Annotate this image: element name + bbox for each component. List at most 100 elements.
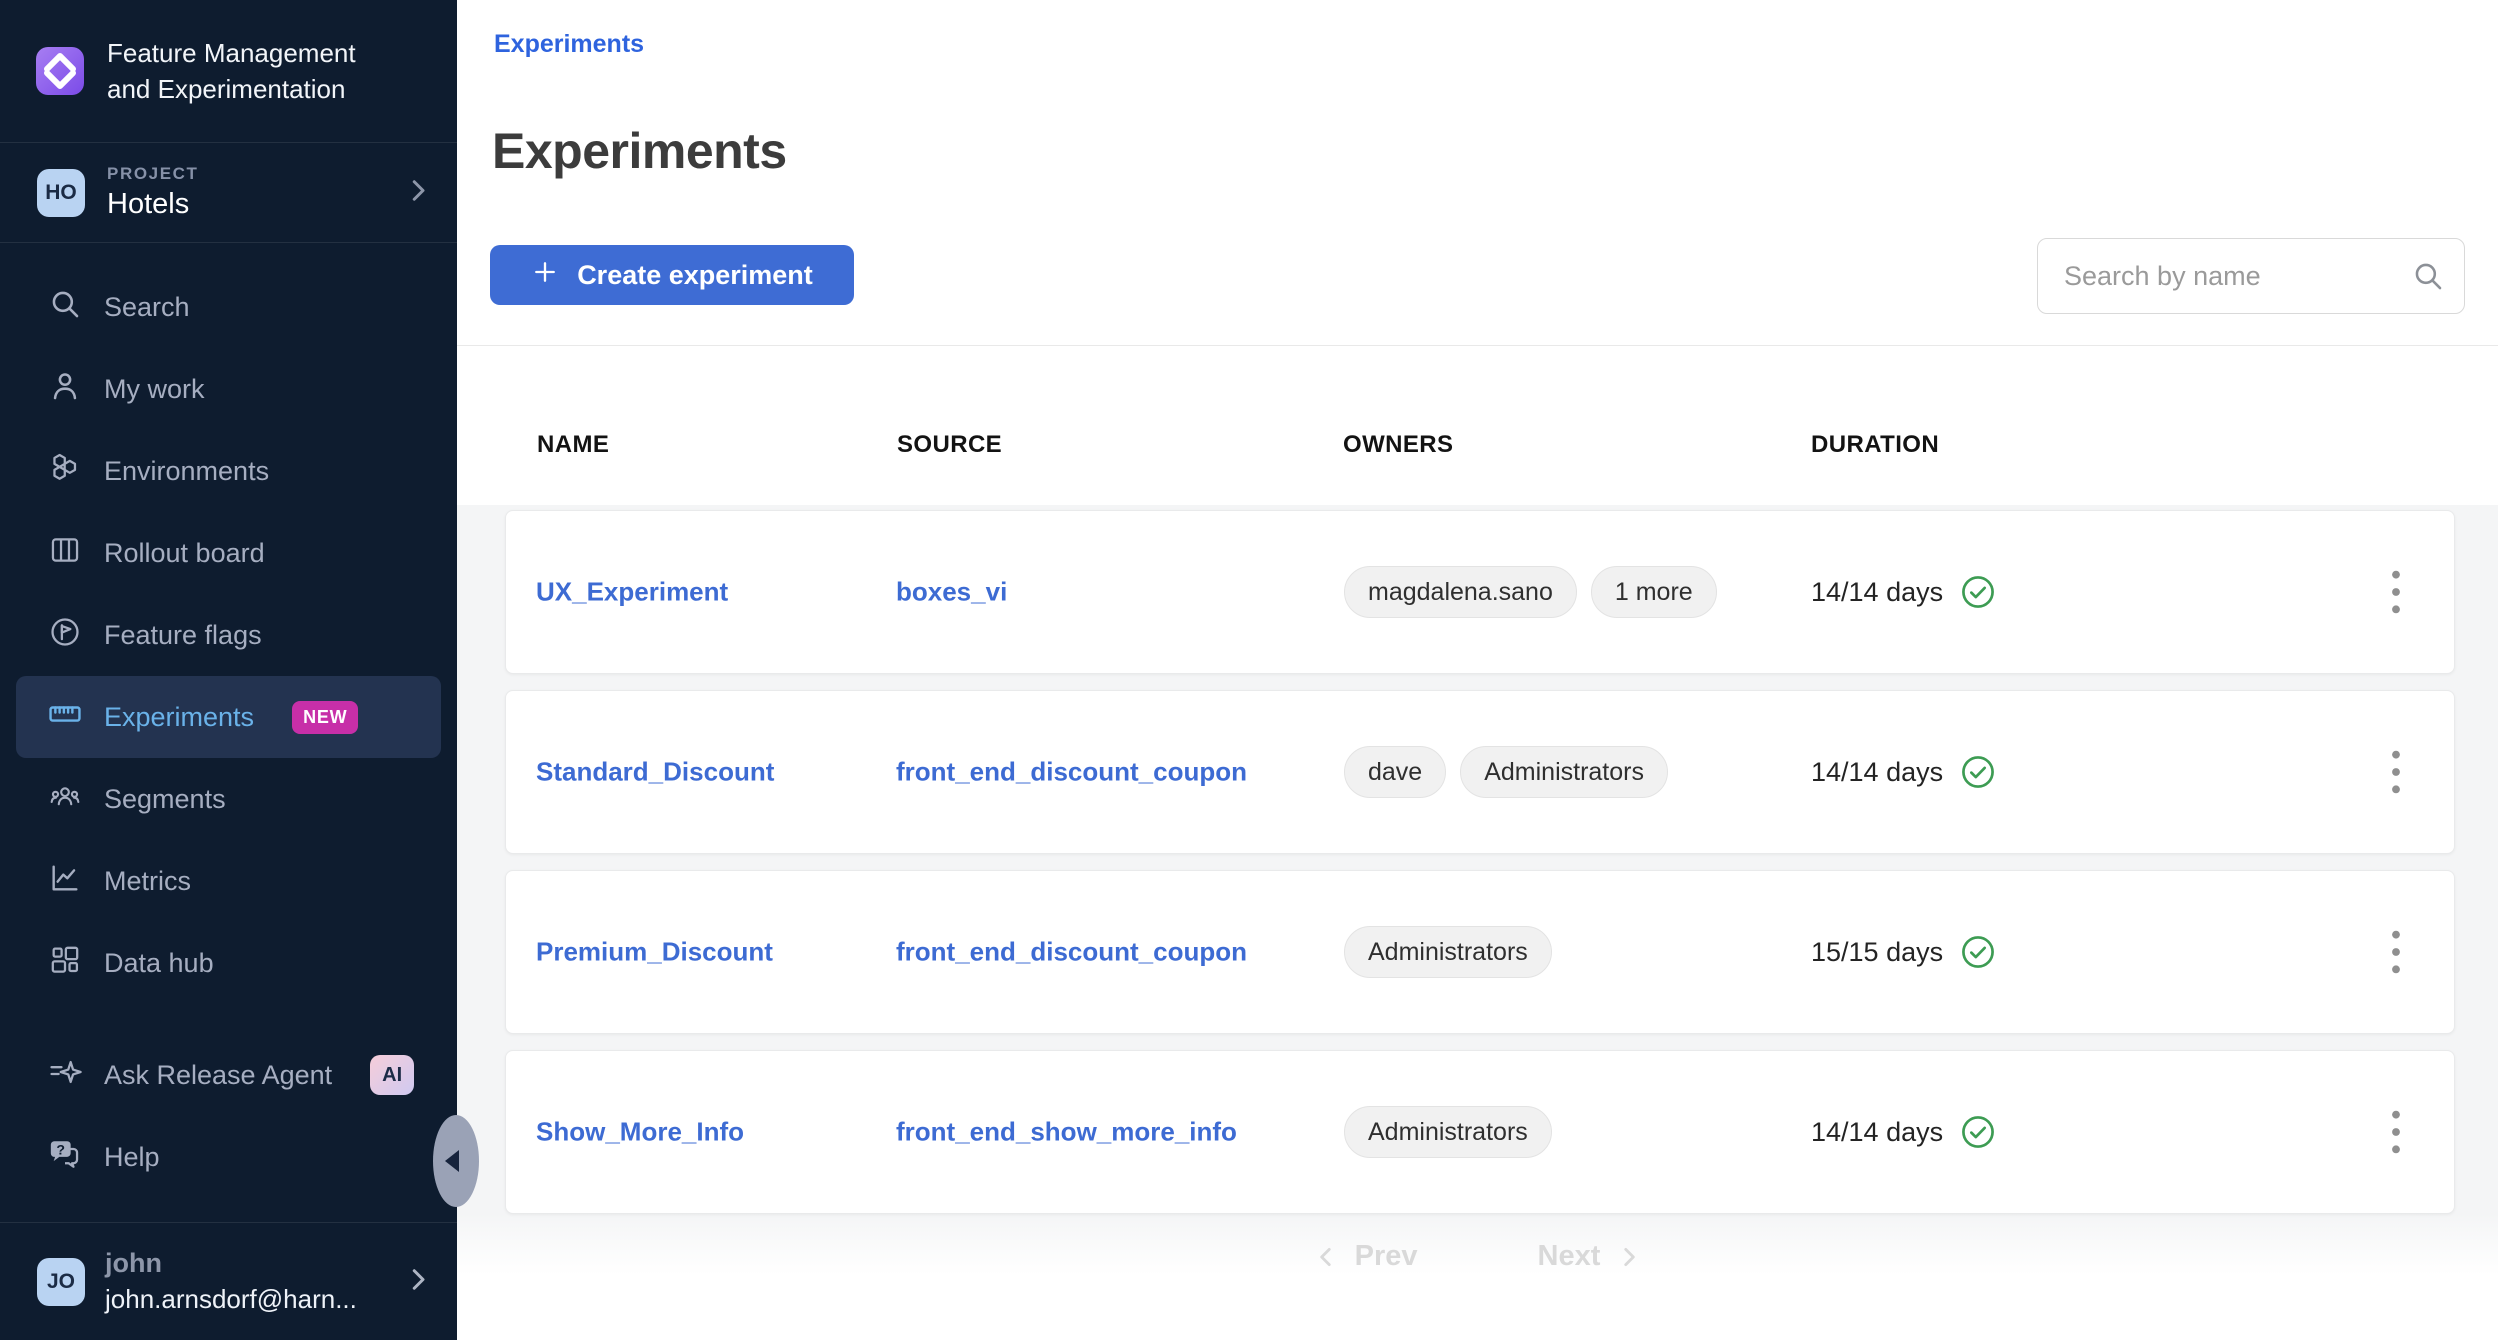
owners-cell: magdalena.sano 1 more [1344, 566, 1717, 618]
new-badge: NEW [292, 701, 358, 734]
brand: Feature Management and Experimentation [0, 0, 457, 143]
row-menu-button[interactable] [2374, 564, 2418, 620]
user-email: john.arnsdorf@harn... [105, 1284, 357, 1315]
user-name: john [105, 1248, 357, 1279]
chevron-right-icon [403, 1264, 433, 1299]
sparkle-lines-icon [48, 1055, 82, 1096]
table-body: UX_Experiment boxes_vi magdalena.sano 1 … [457, 505, 2498, 1275]
owner-chip[interactable]: Administrators [1344, 926, 1552, 978]
duration-cell: 14/14 days [1811, 1113, 1997, 1151]
sidebar-item-metrics[interactable]: Metrics [16, 840, 441, 922]
duration-text: 14/14 days [1811, 1117, 1943, 1148]
people-group-icon [48, 779, 82, 820]
board-columns-icon [48, 533, 82, 574]
column-header-owners: OWNERS [1343, 431, 1453, 459]
row-menu-button[interactable] [2374, 1104, 2418, 1160]
experiment-name-link[interactable]: UX_Experiment [536, 577, 728, 608]
project-avatar: HO [37, 169, 85, 217]
sidebar-item-label: Experiments [104, 702, 254, 733]
search-input[interactable] [2037, 238, 2465, 314]
owner-chip[interactable]: magdalena.sano [1344, 566, 1577, 618]
duration-cell: 15/15 days [1811, 933, 1997, 971]
page-title: Experiments [492, 122, 787, 180]
sidebar-item-data-hub[interactable]: Data hub [16, 922, 441, 1004]
sidebar-item-label: Environments [104, 456, 269, 487]
owner-chip[interactable]: Administrators [1460, 746, 1668, 798]
column-header-duration: DURATION [1811, 431, 1939, 459]
prev-page-button[interactable]: Prev [1313, 1240, 1418, 1273]
sidebar-item-search[interactable]: Search [16, 266, 441, 348]
experiment-name-link[interactable]: Standard_Discount [536, 757, 774, 788]
experiment-source-link[interactable]: front_end_discount_coupon [896, 937, 1247, 968]
create-experiment-button[interactable]: Create experiment [490, 245, 854, 305]
user-menu[interactable]: JO john john.arnsdorf@harn... [0, 1222, 457, 1340]
next-page-label: Next [1538, 1240, 1601, 1273]
sidebar-item-my-work[interactable]: My work [16, 348, 441, 430]
kebab-menu-icon [2389, 746, 2403, 798]
table-row: Premium_Discount front_end_discount_coup… [505, 870, 2455, 1034]
check-circle-icon [1959, 573, 1997, 611]
sidebar-item-label: Help [104, 1142, 160, 1173]
app-title: Feature Management and Experimentation [107, 35, 356, 107]
duration-text: 14/14 days [1811, 577, 1943, 608]
sidebar-item-experiments[interactable]: Experiments NEW [16, 676, 441, 758]
sidebar-item-ask-release-agent[interactable]: Ask Release Agent AI [16, 1034, 441, 1116]
experiment-name-link[interactable]: Show_More_Info [536, 1117, 744, 1148]
check-circle-icon [1959, 753, 1997, 791]
person-icon [48, 369, 82, 410]
column-header-source: SOURCE [897, 431, 1002, 459]
ruler-icon [48, 697, 82, 738]
owners-cell: Administrators [1344, 926, 1552, 978]
search-icon [48, 287, 82, 328]
sidebar: Feature Management and Experimentation H… [0, 0, 457, 1340]
experiment-source-link[interactable]: front_end_show_more_info [896, 1117, 1237, 1148]
table-row: UX_Experiment boxes_vi magdalena.sano 1 … [505, 510, 2455, 674]
app-root: Feature Management and Experimentation H… [0, 0, 2498, 1340]
chevron-right-icon [403, 175, 433, 210]
sidebar-item-environments[interactable]: Environments [16, 430, 441, 512]
kebab-menu-icon [2389, 926, 2403, 978]
owner-chip[interactable]: Administrators [1344, 1106, 1552, 1158]
sidebar-item-label: Ask Release Agent [104, 1060, 332, 1091]
owner-more-chip[interactable]: 1 more [1591, 566, 1717, 618]
project-name: Hotels [107, 188, 199, 221]
help-chat-icon: ? [48, 1137, 82, 1178]
kebab-menu-icon [2389, 1106, 2403, 1158]
sidebar-nav: Search My work Environ [0, 243, 457, 1198]
column-header-name: NAME [537, 431, 609, 459]
experiment-source-link[interactable]: front_end_discount_coupon [896, 757, 1247, 788]
check-circle-icon [1959, 933, 1997, 971]
duration-text: 14/14 days [1811, 757, 1943, 788]
table-row: Standard_Discount front_end_discount_cou… [505, 690, 2455, 854]
row-menu-button[interactable] [2374, 924, 2418, 980]
sidebar-item-rollout-board[interactable]: Rollout board [16, 512, 441, 594]
owner-chip[interactable]: dave [1344, 746, 1446, 798]
brand-logo-icon [36, 47, 84, 95]
table-row: Show_More_Info front_end_show_more_info … [505, 1050, 2455, 1214]
duration-cell: 14/14 days [1811, 573, 1997, 611]
experiment-source-link[interactable]: boxes_vi [896, 577, 1007, 608]
flag-circle-icon [48, 615, 82, 656]
sidebar-item-label: Metrics [104, 866, 191, 897]
breadcrumb[interactable]: Experiments [494, 30, 644, 59]
project-label: PROJECT [107, 164, 199, 184]
prev-page-label: Prev [1355, 1240, 1418, 1273]
chevron-left-icon [1313, 1244, 1339, 1270]
search-icon [2411, 259, 2445, 293]
create-experiment-label: Create experiment [577, 260, 813, 291]
sidebar-footer-nav: Ask Release Agent AI ? Help [16, 1034, 441, 1198]
sidebar-collapse-handle[interactable] [433, 1115, 479, 1207]
line-chart-icon [48, 861, 82, 902]
next-page-button[interactable]: Next [1538, 1240, 1643, 1273]
toolbar-divider [457, 345, 2498, 346]
duration-text: 15/15 days [1811, 937, 1943, 968]
project-selector[interactable]: HO PROJECT Hotels [0, 143, 457, 243]
sidebar-item-label: Segments [104, 784, 226, 815]
kebab-menu-icon [2389, 566, 2403, 618]
sidebar-item-help[interactable]: ? Help [16, 1116, 441, 1198]
row-menu-button[interactable] [2374, 744, 2418, 800]
experiment-name-link[interactable]: Premium_Discount [536, 937, 773, 968]
sidebar-item-feature-flags[interactable]: Feature flags [16, 594, 441, 676]
chevron-left-icon [445, 1150, 459, 1172]
sidebar-item-segments[interactable]: Segments [16, 758, 441, 840]
